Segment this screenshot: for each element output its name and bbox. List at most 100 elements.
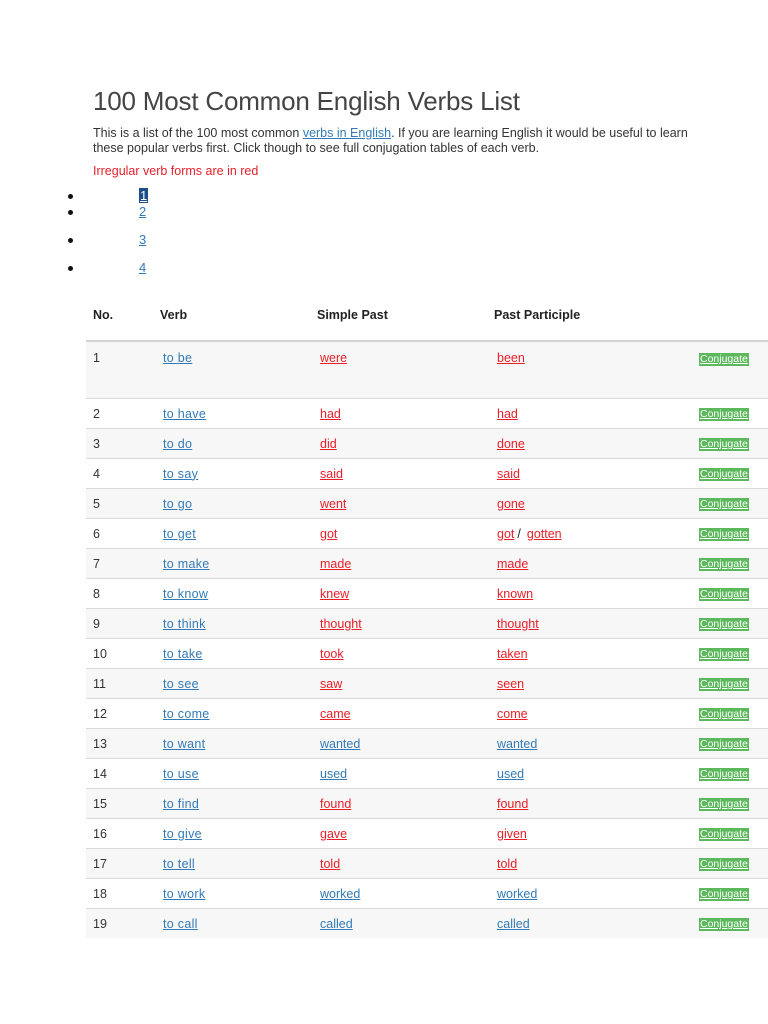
verb-number: 19 [86, 908, 153, 938]
simple-past-link[interactable]: made [317, 557, 351, 571]
past-participle-cell: said [487, 458, 692, 489]
verb-link[interactable]: to get [160, 527, 196, 541]
simple-past-link[interactable]: got [317, 527, 337, 541]
verb-number: 16 [86, 818, 153, 849]
simple-past-link[interactable]: went [317, 497, 346, 511]
past-participle-link[interactable]: worked [494, 887, 537, 901]
verb-number: 8 [86, 578, 153, 609]
conjugate-button[interactable]: Conjugate [699, 648, 749, 661]
conjugate-button[interactable]: Conjugate [699, 558, 749, 571]
header-verb: Verb [153, 290, 310, 342]
simple-past-link[interactable]: took [317, 647, 344, 661]
conjugate-button[interactable]: Conjugate [699, 353, 749, 366]
verb-link[interactable]: to call [160, 917, 198, 931]
simple-past-link[interactable]: were [317, 351, 347, 365]
past-participle-link[interactable]: had [494, 407, 518, 421]
verbs-in-english-link[interactable]: verbs in English [303, 126, 391, 140]
table-row: 6 to get got got / gotten Conjugate [86, 518, 768, 549]
table-row: 4 to say said said Conjugate [86, 458, 768, 489]
verb-link[interactable]: to find [160, 797, 199, 811]
simple-past-link[interactable]: knew [317, 587, 349, 601]
verb-link[interactable]: to do [160, 437, 192, 451]
verb-link[interactable]: to say [160, 467, 198, 481]
conjugate-button[interactable]: Conjugate [699, 708, 749, 721]
simple-past-link[interactable]: thought [317, 617, 362, 631]
actions-cell: Conjugate [692, 608, 768, 639]
past-participle-link[interactable]: told [494, 857, 517, 871]
past-participle-link[interactable]: called [494, 917, 530, 931]
simple-past-cell: knew [310, 578, 487, 609]
simple-past-link[interactable]: worked [317, 887, 360, 901]
pagination-item: 2 [0, 204, 200, 220]
simple-past-link[interactable]: found [317, 797, 351, 811]
verb-link[interactable]: to tell [160, 857, 195, 871]
page-link-4[interactable]: 4 [139, 260, 146, 275]
conjugate-button[interactable]: Conjugate [699, 468, 749, 481]
past-participle-link[interactable]: gone [494, 497, 525, 511]
past-participle-link[interactable]: thought [494, 617, 539, 631]
simple-past-link[interactable]: had [317, 407, 341, 421]
conjugate-button[interactable]: Conjugate [699, 798, 749, 811]
simple-past-link[interactable]: did [317, 437, 337, 451]
past-participle-link[interactable]: wanted [494, 737, 537, 751]
past-participle-link[interactable]: seen [494, 677, 524, 691]
verb-link[interactable]: to have [160, 407, 206, 421]
verb-number: 14 [86, 758, 153, 789]
conjugate-button[interactable]: Conjugate [699, 888, 749, 901]
conjugate-button[interactable]: Conjugate [699, 828, 749, 841]
verb-link[interactable]: to come [160, 707, 210, 721]
verb-link[interactable]: to go [160, 497, 192, 511]
page-link-1[interactable]: 1 [139, 188, 149, 203]
conjugate-button[interactable]: Conjugate [699, 438, 749, 451]
conjugate-button[interactable]: Conjugate [699, 768, 749, 781]
verb-link[interactable]: to make [160, 557, 210, 571]
page-link-3[interactable]: 3 [139, 232, 146, 247]
verb-link[interactable]: to think [160, 617, 206, 631]
verb-cell: to know [153, 578, 310, 609]
past-participle-link[interactable]: said [494, 467, 520, 481]
simple-past-link[interactable]: saw [317, 677, 342, 691]
verb-link[interactable]: to give [160, 827, 202, 841]
verb-link[interactable]: to take [160, 647, 203, 661]
past-participle-link[interactable]: taken [494, 647, 528, 661]
conjugate-button[interactable]: Conjugate [699, 678, 749, 691]
past-participle-link[interactable]: known [494, 587, 533, 601]
conjugate-button[interactable]: Conjugate [699, 588, 749, 601]
verb-cell: to do [153, 428, 310, 459]
page-link-2[interactable]: 2 [139, 204, 146, 219]
past-participle-cell: done [487, 428, 692, 459]
conjugate-button[interactable]: Conjugate [699, 918, 749, 931]
past-participle-link[interactable]: got [494, 527, 514, 541]
verb-link[interactable]: to be [160, 351, 192, 365]
table-body: 1 to be were been Conjugate 2 to have had had Con… [86, 340, 768, 938]
conjugate-button[interactable]: Conjugate [699, 408, 749, 421]
simple-past-link[interactable]: came [317, 707, 351, 721]
past-participle-link[interactable]: given [494, 827, 527, 841]
past-participle-link[interactable]: made [494, 557, 528, 571]
verb-link[interactable]: to use [160, 767, 199, 781]
past-participle-link[interactable]: come [494, 707, 528, 721]
simple-past-link[interactable]: wanted [317, 737, 360, 751]
past-participle-link[interactable]: used [494, 767, 524, 781]
past-participle-link[interactable]: gotten [524, 527, 562, 541]
simple-past-link[interactable]: said [317, 467, 343, 481]
conjugate-button[interactable]: Conjugate [699, 498, 749, 511]
conjugate-button[interactable]: Conjugate [699, 528, 749, 541]
conjugate-button[interactable]: Conjugate [699, 618, 749, 631]
simple-past-link[interactable]: called [317, 917, 353, 931]
conjugate-button[interactable]: Conjugate [699, 738, 749, 751]
verb-link[interactable]: to see [160, 677, 199, 691]
verb-number: 9 [86, 608, 153, 639]
actions-cell: Conjugate [692, 340, 768, 399]
verb-link[interactable]: to know [160, 587, 208, 601]
conjugate-button[interactable]: Conjugate [699, 858, 749, 871]
verb-link[interactable]: to work [160, 887, 205, 901]
past-participle-link[interactable]: been [494, 351, 525, 365]
simple-past-link[interactable]: told [317, 857, 340, 871]
simple-past-link[interactable]: gave [317, 827, 347, 841]
past-participle-link[interactable]: done [494, 437, 525, 451]
simple-past-link[interactable]: used [317, 767, 347, 781]
verb-link[interactable]: to want [160, 737, 205, 751]
past-participle-link[interactable]: found [494, 797, 528, 811]
past-participle-cell: wanted [487, 728, 692, 759]
